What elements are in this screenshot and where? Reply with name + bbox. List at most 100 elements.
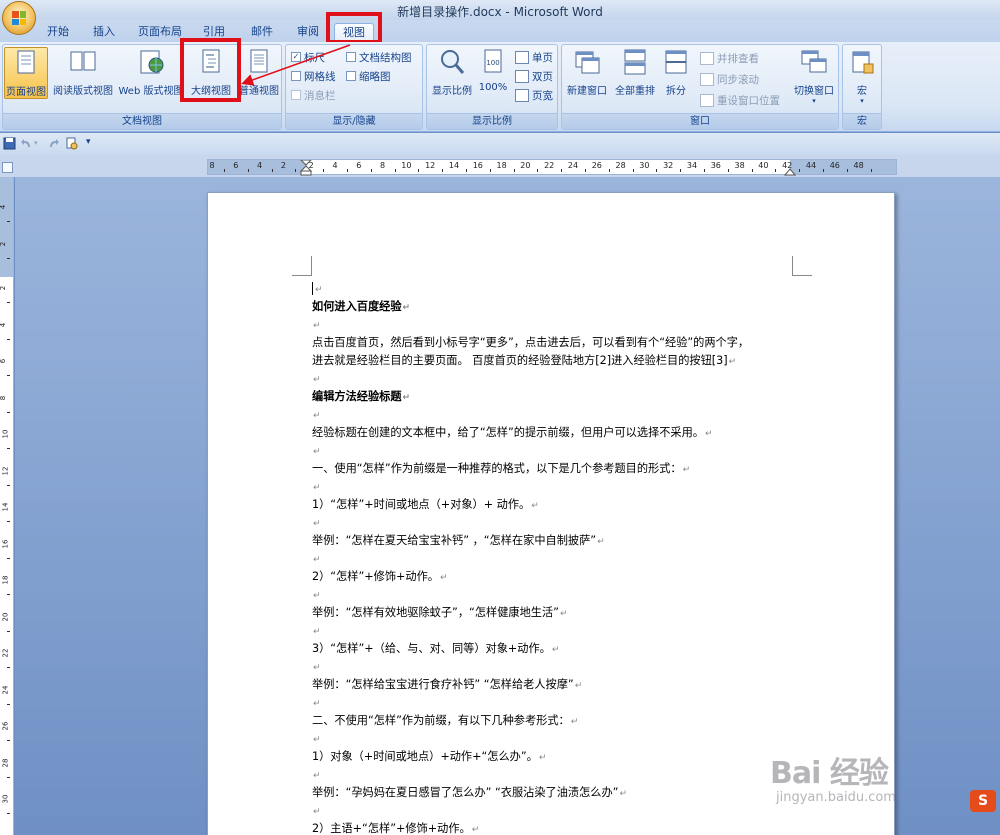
empty-paragraph: ↵ [313, 807, 321, 817]
ruler-tick [703, 169, 705, 172]
document-page[interactable]: ↵ 如何进入百度经验↵ ↵ 点击百度首页，然后看到小标号字“更多”，点击进去后，… [207, 192, 895, 835]
empty-paragraph: ↵ [313, 483, 321, 493]
ruler-tick [370, 169, 372, 172]
indent-marker-icon[interactable] [300, 160, 312, 176]
ruler-number: 2 [280, 161, 286, 170]
one-page-icon [515, 50, 529, 64]
ruler-tick [7, 257, 10, 259]
new-window-button[interactable]: 新建窗口 [564, 47, 610, 99]
macros-label: 宏 [857, 86, 867, 97]
ruler-number: 26 [591, 161, 602, 170]
ruler-tick [7, 813, 10, 814]
message-bar-checkbox[interactable]: 消息栏 [291, 86, 336, 104]
sync-scroll-icon [700, 72, 714, 86]
ruler-tick [323, 169, 325, 172]
heading-2: 编辑方法经验标题↵ [312, 390, 411, 403]
watermark-url: jingyan.baidu.com [776, 790, 896, 805]
customize-qat-icon[interactable]: ▾ [86, 137, 91, 147]
ruler-number: 8 [209, 161, 215, 170]
split-label: 拆分 [666, 86, 686, 97]
office-button[interactable] [2, 1, 36, 35]
ruler-tick [7, 557, 10, 559]
magnifier-icon [441, 50, 465, 74]
print-layout-button[interactable]: 页面视图 [4, 47, 48, 99]
vertical-ruler[interactable]: 4 2 2 4 6 8 10 12 14 16 18 20 22 24 26 28 30 [0, 177, 14, 835]
ruler-tick [7, 630, 10, 632]
group-zoom: 显示比例 100 100% 单页 双页 页宽 显示比例 [426, 44, 558, 130]
ruler-number: 28 [1, 758, 10, 767]
ime-badge-icon[interactable]: S [970, 790, 996, 812]
margin-corner-mark [792, 256, 812, 276]
heading-1: 如何进入百度经验↵ [312, 300, 411, 313]
ruler-number: 2 [0, 285, 8, 291]
document-body[interactable]: ↵ 如何进入百度经验↵ ↵ 点击百度首页，然后看到小标号字“更多”，点击进去后，… [312, 280, 812, 835]
baidu-watermark: Bai 经验 jingyan.baidu.com [770, 748, 1000, 828]
group-macros-label: 宏 [843, 113, 881, 129]
page-width-label: 页宽 [532, 89, 553, 102]
ruler-tick [418, 169, 420, 172]
document-map-checkbox[interactable]: 文档结构图 [346, 48, 412, 66]
ruler-number: 16 [1, 539, 10, 548]
split-button[interactable]: 拆分 [660, 47, 692, 99]
arrange-all-icon [624, 49, 646, 75]
full-screen-reading-button[interactable]: 阅读版式视图 [50, 47, 116, 99]
tab-mailings[interactable]: 邮件 [244, 23, 280, 42]
empty-paragraph: ↵ [313, 411, 321, 421]
zoom-button[interactable]: 显示比例 [429, 47, 475, 99]
one-page-button[interactable]: 单页 [515, 48, 553, 66]
ruler-number: 4 [332, 161, 338, 170]
group-show-hide: ✓ 标尺 文档结构图 网格线 缩略图 消息栏 显示/隐藏 [285, 44, 423, 130]
split-icon [665, 50, 687, 74]
ruler-number: 4 [0, 204, 8, 210]
checkbox-icon [291, 90, 301, 100]
tab-selector-icon[interactable] [2, 162, 13, 173]
two-pages-button[interactable]: 双页 [515, 67, 553, 85]
reset-window-icon [700, 93, 714, 107]
ruler-checkbox[interactable]: ✓ 标尺 [291, 48, 325, 66]
ruler-number: 40 [758, 161, 769, 170]
switch-windows-button[interactable]: 切换窗口 ▾ [790, 47, 838, 105]
two-pages-icon [515, 69, 529, 83]
draft-view-button[interactable]: 普通视图 [237, 47, 281, 99]
macros-button[interactable]: 宏 ▾ [845, 47, 879, 105]
top-margin-area [0, 177, 13, 277]
arrange-all-button[interactable]: 全部重排 [612, 47, 658, 99]
redo-icon[interactable] [47, 137, 60, 150]
print-preview-icon[interactable] [65, 137, 78, 150]
title-bar: 新增目录操作.docx - Microsoft Word [0, 0, 1000, 20]
empty-paragraph: ↵ [313, 591, 321, 601]
reset-window-position-button[interactable]: 重设窗口位置 [700, 91, 780, 109]
undo-dropdown-icon[interactable]: ▾ [34, 139, 38, 147]
tab-insert[interactable]: 插入 [86, 23, 122, 42]
ruler-tick [7, 302, 10, 303]
horizontal-ruler-row: 8 6 4 2 2 4 6 8 10 12 14 16 18 20 22 24 26 28 30 32 34 36 38 40… [0, 155, 1000, 177]
page-100-icon: 100 [484, 49, 502, 73]
ruler-tick [632, 169, 634, 172]
web-layout-button[interactable]: Web 版式视图 [118, 47, 184, 99]
tab-home[interactable]: 开始 [40, 23, 76, 42]
gridlines-label: 网格线 [304, 70, 336, 83]
margin-corner-mark [292, 256, 312, 276]
save-icon[interactable] [3, 137, 16, 150]
ruler-tick [247, 169, 249, 172]
horizontal-ruler[interactable]: 8 6 4 2 2 4 6 8 10 12 14 16 18 20 22 24 26 28 30 32 34 36 38 40… [207, 159, 897, 176]
ruler-number: 24 [1, 685, 10, 694]
tab-review[interactable]: 审阅 [290, 23, 326, 42]
ruler-number: 28 [615, 161, 626, 170]
ruler-number: 16 [472, 161, 483, 170]
highlight-tab-view [326, 12, 382, 44]
synchronous-scrolling-button[interactable]: 同步滚动 [700, 70, 759, 88]
office-logo-icon [12, 11, 26, 25]
zoom-100-button[interactable]: 100 100% [477, 47, 509, 99]
zoom-label: 显示比例 [432, 86, 472, 97]
paragraph: 一、使用“怎样”作为前缀是一种推荐的格式，以下是几个参考题目的形式：↵ [312, 462, 691, 475]
ruler-tick [295, 169, 297, 172]
gridlines-checkbox[interactable]: 网格线 [291, 67, 336, 85]
undo-icon[interactable] [20, 137, 33, 150]
thumbnails-checkbox[interactable]: 缩略图 [346, 67, 391, 85]
view-side-by-side-button[interactable]: 并排查看 [700, 49, 759, 67]
ruler-tick [727, 169, 729, 172]
right-indent-marker-icon[interactable] [784, 167, 796, 176]
checkbox-checked-icon: ✓ [291, 52, 301, 62]
page-width-button[interactable]: 页宽 [515, 86, 553, 104]
